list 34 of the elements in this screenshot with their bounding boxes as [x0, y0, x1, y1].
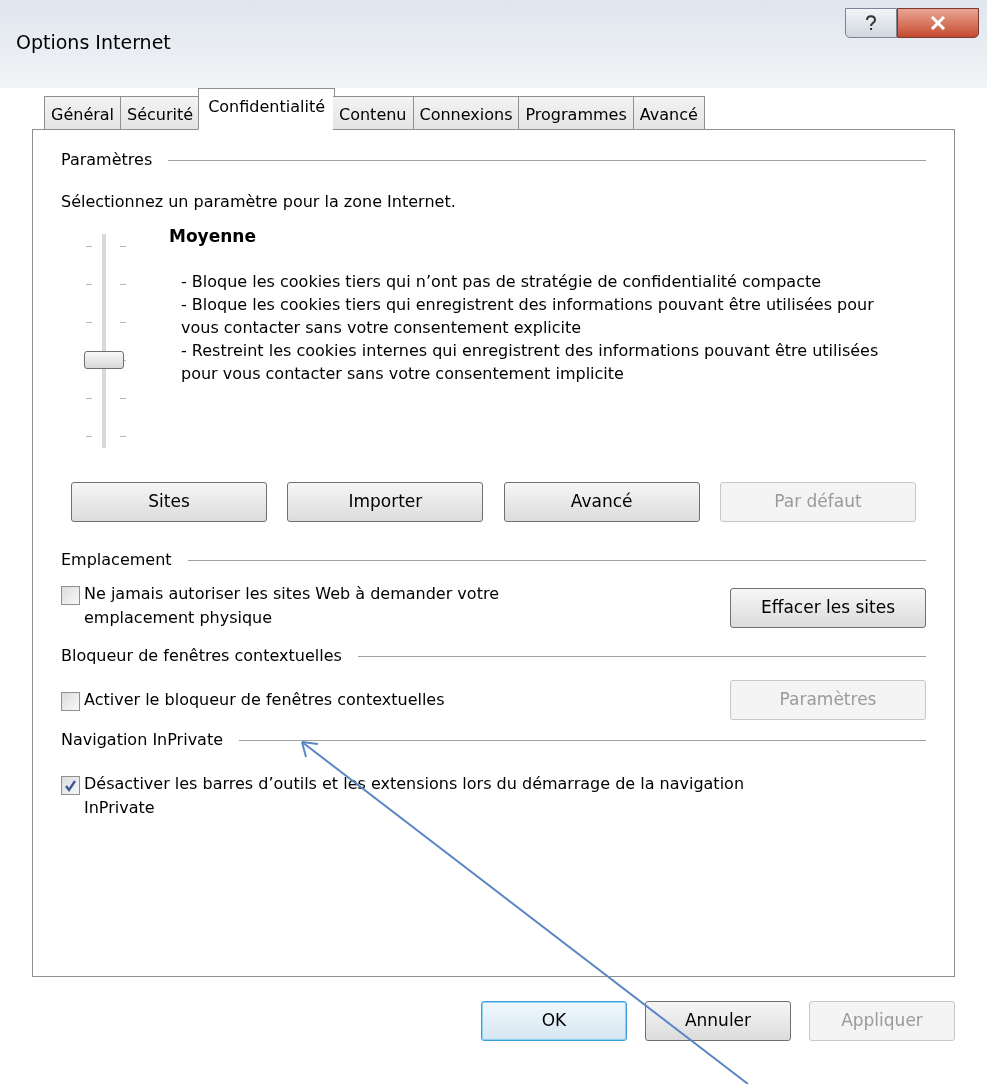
close-icon	[930, 16, 946, 30]
tab[interactable]: Connexions	[413, 96, 520, 130]
tab[interactable]: Confidentialité	[198, 88, 335, 130]
dialog-button[interactable]: Importer	[287, 482, 484, 522]
help-button[interactable]	[845, 8, 897, 38]
tab[interactable]: Programmes	[519, 96, 634, 130]
privacy-description: - Bloque les cookies tiers qui n’ont pas de stratégie de confidentialité compacte	[181, 270, 823, 293]
tab[interactable]: Sécurité	[121, 96, 201, 130]
tab[interactable]: Général	[44, 96, 122, 130]
checkbox-label: Ne jamais autoriser les sites Web à demander votre emplacement physique	[84, 583, 500, 629]
checkbox-label: Activer le bloqueur de fenêtres contextuelles	[84, 689, 445, 711]
dialog-button[interactable]: OK	[481, 1001, 627, 1041]
section-heading: Paramètres	[61, 149, 153, 171]
dialog-button[interactable]: Effacer les sites	[730, 588, 926, 628]
tab[interactable]: Contenu	[333, 96, 414, 130]
privacy-level-name: Moyenne	[169, 225, 257, 248]
window-title: Options Internet	[16, 30, 171, 55]
help-icon	[864, 14, 878, 32]
privacy-description: - Bloque les cookies tiers qui enregistrent des informations pouvant être utilisées pour vous contacter sans votre consentement explicite	[181, 293, 875, 339]
section-heading: Bloqueur de fenêtres contextuelles	[61, 645, 342, 667]
checkbox[interactable]	[61, 776, 80, 795]
dialog-button[interactable]: Sites	[71, 482, 267, 522]
checkbox[interactable]	[61, 692, 80, 711]
close-button[interactable]	[897, 8, 979, 38]
checkbox[interactable]	[61, 586, 80, 605]
tab[interactable]: Avancé	[633, 96, 705, 130]
slider-thumb[interactable]	[84, 351, 124, 369]
dialog-button[interactable]: Avancé	[503, 482, 700, 522]
privacy-description: - Restreint les cookies internes qui enregistrent des informations pouvant être utilisées pour vous contacter sans votre consentement implicite	[181, 339, 880, 385]
section-heading: Navigation InPrivate	[61, 729, 224, 751]
checkmark-icon	[64, 779, 77, 792]
instruction-text: Sélectionnez un paramètre pour la zone Internet.	[61, 191, 457, 213]
section-heading: Emplacement	[61, 549, 172, 571]
dialog-button[interactable]: Annuler	[645, 1001, 791, 1041]
